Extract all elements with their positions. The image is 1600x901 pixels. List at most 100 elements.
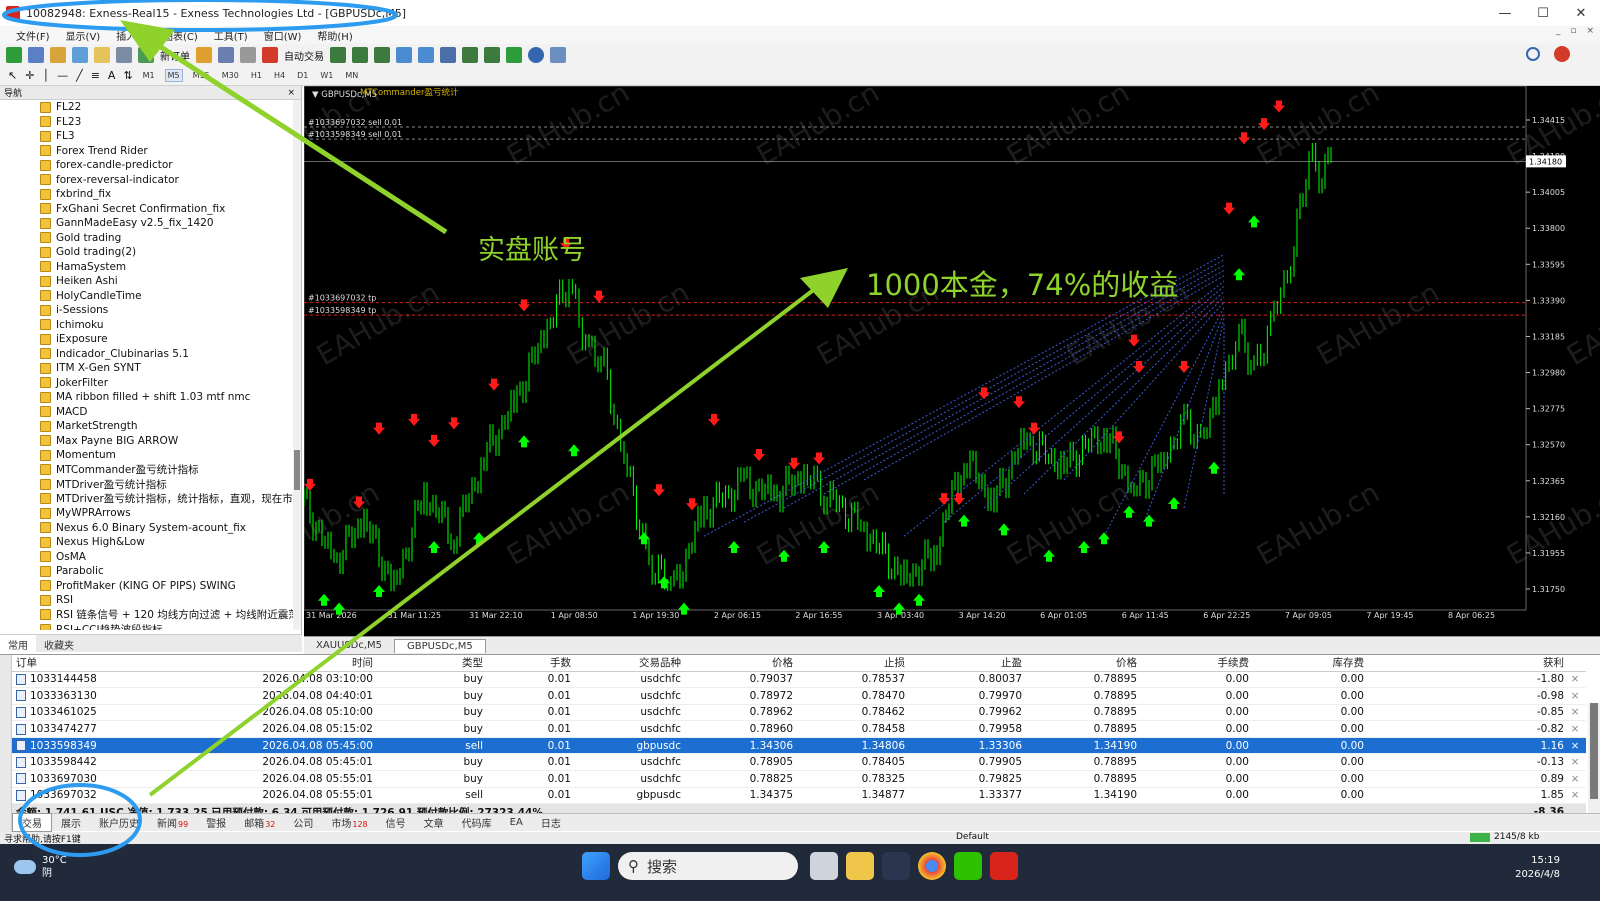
terminal-tab[interactable]: 日志	[532, 814, 570, 831]
table-row[interactable]: 1033598349 2026.04.08 05:45:00 sell 0.01 gbp…	[12, 737, 1586, 755]
zoom-in-icon[interactable]	[396, 47, 412, 63]
indicator-item[interactable]: Heiken Ashi	[0, 274, 294, 289]
minimize-button[interactable]: —	[1486, 0, 1524, 26]
candle-chart-icon[interactable]	[352, 47, 368, 63]
arrows-icon[interactable]: ⇅	[123, 69, 132, 82]
terminal-tab[interactable]: 文章	[415, 814, 453, 831]
file-explorer-icon[interactable]	[846, 852, 874, 880]
indicator-item[interactable]: MarketStrength	[0, 419, 294, 434]
tf-h4[interactable]: H4	[272, 70, 287, 81]
indicator-item[interactable]: Nexus 6.0 Binary System-acount_fix	[0, 521, 294, 536]
close-order-icon[interactable]: ×	[1568, 737, 1586, 755]
maximize-button[interactable]: ☐	[1524, 0, 1562, 26]
col-time[interactable]: 时间	[162, 655, 377, 672]
data-window-icon[interactable]	[72, 47, 88, 63]
col-profit[interactable]: 获利	[1368, 655, 1568, 672]
indicator-item[interactable]: ITM X-Gen SYNT	[0, 361, 294, 376]
tf-mn[interactable]: MN	[343, 70, 360, 81]
chart-canvas[interactable]: EAHub.cn EAHub.cn EAHub.cn EAHub.cn EAHub.cn…	[251, 76, 1600, 642]
indicator-item[interactable]: Ichimoku	[0, 318, 294, 333]
auto-scroll-icon[interactable]	[484, 47, 500, 63]
indicator-item[interactable]: iExposure	[0, 332, 294, 347]
terminal-tab[interactable]: 邮箱32	[235, 814, 284, 831]
terminal-tab[interactable]: 展示	[52, 814, 90, 831]
col-current-price[interactable]: 价格	[1026, 655, 1141, 672]
task-view-icon[interactable]	[810, 852, 838, 880]
tab-favorites[interactable]: 收藏夹	[36, 635, 82, 652]
cursor-icon[interactable]: ↖	[8, 69, 17, 82]
navigator-close-icon[interactable]: ×	[287, 88, 295, 98]
indicator-item[interactable]: Forex Trend Rider	[0, 144, 294, 159]
indicator-item[interactable]: Gold trading(2)	[0, 245, 294, 260]
tf-m5[interactable]: M5	[164, 69, 183, 82]
col-type[interactable]: 类型	[377, 655, 487, 672]
table-row[interactable]: 1033474277 2026.04.08 05:15:02 buy 0.01 usdc…	[12, 720, 1586, 738]
indicator-item[interactable]: FL23	[0, 115, 294, 130]
indicator-item[interactable]: MyWPRArrows	[0, 506, 294, 521]
indicator-item[interactable]: GannMadeEasy v2.5_fix_1420	[0, 216, 294, 231]
navigator-scrollbar[interactable]	[293, 100, 301, 630]
new-order-icon[interactable]	[138, 47, 154, 63]
indicator-item[interactable]: MACD	[0, 405, 294, 420]
menu-tools[interactable]: 工具(T)	[214, 28, 248, 43]
close-order-icon[interactable]: ×	[1568, 720, 1586, 738]
indicator-item[interactable]: RSI	[0, 593, 294, 608]
periods-icon[interactable]	[528, 47, 544, 63]
weather-widget[interactable]: 30°C 阴	[14, 854, 67, 880]
terminal-tab[interactable]: EA	[501, 816, 532, 829]
table-row[interactable]: 1033697030 2026.04.08 05:55:01 buy 0.01 usdc…	[12, 770, 1586, 788]
tab-common[interactable]: 常用	[0, 635, 36, 652]
wechat-icon[interactable]	[954, 852, 982, 880]
new-order-button[interactable]: 新订单	[160, 48, 190, 63]
terminal-tab[interactable]: 信号	[377, 814, 415, 831]
col-tp[interactable]: 止盈	[909, 655, 1026, 672]
crosshair-icon[interactable]: ✛	[25, 69, 34, 82]
indicator-item[interactable]: Gold trading	[0, 231, 294, 246]
mdi-close-icon[interactable]: ×	[1586, 26, 1594, 36]
indicator-item[interactable]: MA ribbon filled + shift 1.03 mtf nmc	[0, 390, 294, 405]
tile-windows-icon[interactable]	[440, 47, 456, 63]
indicator-item[interactable]: FL22	[0, 100, 294, 115]
tf-m30[interactable]: M30	[220, 70, 241, 81]
table-row[interactable]: 1033697032 2026.04.08 05:55:01 sell 0.01 gbp…	[12, 787, 1586, 805]
terminal-tab[interactable]: 新闻99	[148, 814, 197, 831]
chart-shift-icon[interactable]	[462, 47, 478, 63]
indicator-item[interactable]: HolyCandleTime	[0, 289, 294, 304]
bar-chart-icon[interactable]	[330, 47, 346, 63]
indicator-item[interactable]: ProfitMaker (KING OF PIPS) SWING	[0, 579, 294, 594]
text-tool-icon[interactable]: A	[108, 69, 116, 82]
col-order[interactable]: 订单	[12, 655, 162, 672]
windows-start-icon[interactable]	[582, 852, 610, 880]
indicator-item[interactable]: FxGhani Secret Confirmation_fix	[0, 202, 294, 217]
close-order-icon[interactable]: ×	[1568, 770, 1586, 788]
menu-charts[interactable]: 图表(C)	[163, 28, 198, 43]
mdi-minimize-icon[interactable]: _	[1556, 26, 1561, 36]
col-price[interactable]: 价格	[685, 655, 797, 672]
indicator-item[interactable]: Momentum	[0, 448, 294, 463]
system-clock[interactable]: 15:19 2026/4/8	[1515, 854, 1560, 882]
col-symbol[interactable]: 交易品种	[575, 655, 685, 672]
indicator-item[interactable]: Parabolic	[0, 564, 294, 579]
table-row[interactable]: 1033461025 2026.04.08 05:10:00 buy 0.01 usdc…	[12, 704, 1586, 722]
indicator-item[interactable]: JokerFilter	[0, 376, 294, 391]
tf-d1[interactable]: D1	[295, 70, 310, 81]
terminal-tab[interactable]: 代码库	[453, 814, 501, 831]
community-icon[interactable]	[240, 47, 256, 63]
indicator-item[interactable]: Max Payne BIG ARROW	[0, 434, 294, 449]
mdi-restore-icon[interactable]: ▫	[1570, 26, 1576, 36]
indicator-item[interactable]: OsMA	[0, 550, 294, 565]
profiles-icon[interactable]	[28, 47, 44, 63]
indicator-item[interactable]: i-Sessions	[0, 303, 294, 318]
notifications-icon[interactable]	[1554, 46, 1570, 62]
close-order-icon[interactable]: ×	[1568, 687, 1586, 705]
price-chart[interactable]: EAHub.cn EAHub.cn EAHub.cn EAHub.cn EAHub.cn…	[251, 76, 1600, 642]
menu-insert[interactable]: 插入(I)	[116, 28, 147, 43]
chrome-icon[interactable]	[918, 852, 946, 880]
vertical-line-icon[interactable]: │	[42, 69, 49, 82]
indicator-item[interactable]: fxbrind_fix	[0, 187, 294, 202]
auto-trade-icon[interactable]	[262, 47, 278, 63]
close-order-icon[interactable]: ×	[1568, 671, 1586, 689]
zoom-out-icon[interactable]	[418, 47, 434, 63]
indicator-item[interactable]: RSI+CCI趋势波段指标	[0, 622, 294, 630]
col-lots[interactable]: 手数	[487, 655, 575, 672]
